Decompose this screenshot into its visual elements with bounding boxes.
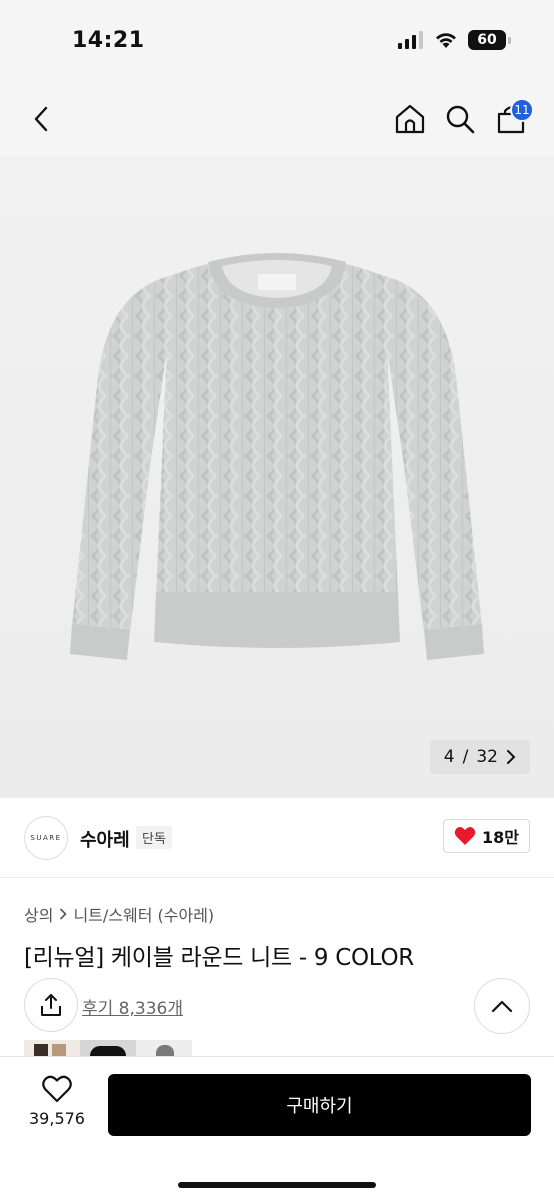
chevron-right-icon	[60, 908, 68, 920]
chevron-left-icon	[34, 106, 48, 132]
brand-name[interactable]: 수아레	[80, 826, 130, 852]
image-total: 32	[476, 747, 498, 767]
brand-row: SUARE 수아레 단독 18만	[0, 798, 554, 878]
home-icon	[395, 104, 425, 134]
home-indicator	[178, 1182, 376, 1188]
product-image[interactable]: 4 / 32	[0, 156, 554, 798]
wifi-icon	[436, 33, 456, 48]
search-icon	[446, 105, 475, 134]
home-button[interactable]	[393, 102, 427, 136]
exclusive-badge: 단독	[136, 826, 172, 849]
scroll-top-button[interactable]	[474, 978, 530, 1034]
image-counter[interactable]: 4 / 32	[429, 740, 530, 774]
wishlist-count: 39,576	[29, 1109, 85, 1128]
image-separator: /	[462, 747, 469, 767]
brand-logo-text: SUARE	[30, 834, 62, 842]
product-title: [리뉴얼] 케이블 라운드 니트 - 9 COLOR	[24, 945, 414, 971]
buy-button[interactable]: 구매하기	[108, 1074, 531, 1136]
breadcrumb-level1[interactable]: 상의	[24, 902, 53, 926]
share-icon	[41, 994, 61, 1016]
breadcrumb: 상의 니트/스웨터 (수아레)	[24, 902, 214, 926]
breadcrumb-level2[interactable]: 니트/스웨터 (수아레)	[73, 902, 214, 926]
back-button[interactable]	[24, 102, 58, 136]
brand-logo[interactable]: SUARE	[24, 816, 68, 860]
chevron-up-icon	[491, 1000, 513, 1013]
cart-count-badge: 11	[510, 98, 534, 122]
wishlist-button[interactable]: 39,576	[24, 1075, 90, 1128]
search-button[interactable]	[443, 102, 477, 136]
heart-outline-icon	[42, 1075, 72, 1103]
heart-filled-icon	[454, 827, 476, 845]
top-nav: 11	[0, 82, 554, 156]
chevron-right-icon	[507, 750, 516, 764]
review-count-link[interactable]: 후기 8,336개	[82, 994, 183, 1019]
signal-icon	[398, 31, 423, 49]
share-button[interactable]	[24, 978, 78, 1032]
sweater-image	[70, 253, 484, 660]
brand-like-button[interactable]: 18만	[443, 819, 530, 853]
brand-like-count: 18만	[482, 828, 519, 847]
image-current: 4	[443, 747, 455, 767]
status-time: 14:21	[72, 28, 145, 53]
status-bar: 14:21 60	[0, 0, 554, 82]
battery-level: 60	[477, 32, 497, 48]
bottom-purchase-bar: 39,576 구매하기	[0, 1056, 554, 1200]
battery-indicator: 60	[468, 30, 511, 50]
cart-button[interactable]: 11	[494, 98, 534, 136]
status-indicators: 60	[398, 30, 511, 50]
